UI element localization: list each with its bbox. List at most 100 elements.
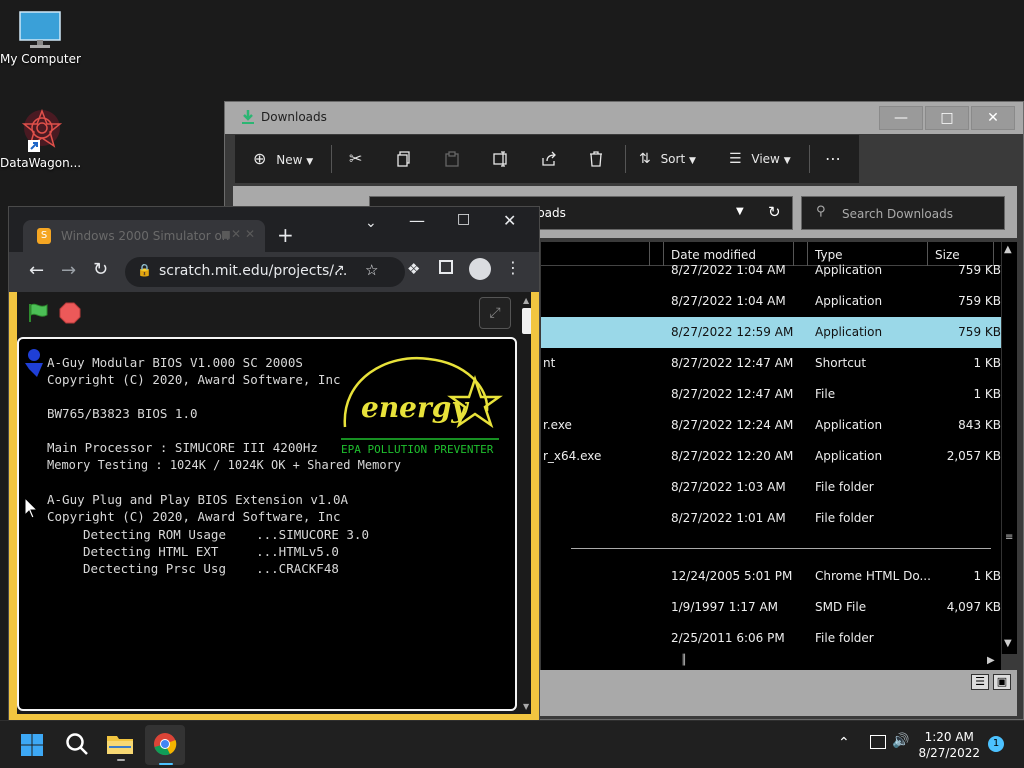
bios-line: Dectecting Prsc Usg ...CRACKF48 (83, 561, 339, 576)
start-button[interactable] (20, 733, 44, 757)
green-flag-icon[interactable] (27, 302, 49, 328)
chevron-down-icon: ▼ (736, 206, 744, 217)
chrome-taskbar-button[interactable] (145, 725, 185, 765)
volume-icon[interactable]: 🔊 (892, 733, 909, 749)
file-row[interactable]: 8/27/2022 1:04 AM Application 759 KB (541, 286, 1001, 317)
file-row[interactable]: 8/27/2022 1:01 AM File folder (541, 503, 1001, 534)
desktop-icon-datawagon[interactable]: DataWagon... (0, 108, 81, 170)
network-icon[interactable] (870, 735, 886, 749)
system-clock[interactable]: 1:20 AM 8/27/2022 (918, 729, 980, 761)
file-row[interactable]: r.exe 8/27/2022 12:24 AM Application 843 KB (541, 410, 1001, 441)
download-icon (242, 110, 254, 124)
file-list: Date modified Type Size 8/27/2022 1:04 A… (541, 242, 1001, 654)
file-row[interactable]: 8/27/2022 1:04 AM Application 759 KB (541, 255, 1001, 286)
chrome-window: S Windows 2000 Simulator on ◼✕ ✕ + ⌄ — □… (8, 206, 540, 720)
scroll-right-arrow[interactable]: ▶ (987, 655, 995, 666)
file-explorer-taskbar-button[interactable] (106, 729, 136, 761)
mute-icon[interactable]: ◼✕ (221, 227, 241, 241)
tab-search-icon[interactable]: ⌄ (365, 215, 377, 231)
file-row[interactable]: 1/9/1997 1:17 AM SMD File 4,097 KB (541, 592, 1001, 623)
ellipsis-icon: ⋯ (825, 149, 841, 168)
menu-kebab-icon[interactable]: ⋮ (505, 258, 521, 277)
file-row[interactable]: 12/24/2005 5:01 PM Chrome HTML Do... 1 KB (541, 561, 1001, 592)
close-button[interactable]: ✕ (971, 106, 1015, 130)
scroll-up-arrow[interactable]: ▲ (1004, 244, 1012, 255)
file-type-cell: Application (815, 294, 883, 308)
profile-avatar-icon[interactable] (469, 258, 491, 280)
file-row[interactable]: 2/25/2011 6:06 PM File folder (541, 623, 1001, 654)
back-arrow-icon[interactable]: ← (29, 260, 44, 281)
taskbar: ⌃ 🔊 1:20 AM 8/27/2022 (0, 720, 1024, 768)
tab-close-icon[interactable]: ✕ (245, 227, 255, 241)
extensions-icon[interactable]: ❖ (407, 260, 420, 278)
browser-tab[interactable]: S Windows 2000 Simulator on ◼✕ ✕ (23, 220, 265, 252)
maximize-button[interactable]: □ (925, 106, 969, 130)
active-indicator (159, 763, 173, 765)
tiles-view-icon[interactable]: ▣ (993, 674, 1011, 690)
side-panel-icon[interactable] (439, 260, 453, 274)
scroll-thumb[interactable] (522, 308, 532, 334)
fullscreen-button[interactable]: ⤢ (479, 297, 511, 329)
bios-line: BW765/B3823 BIOS 1.0 (47, 406, 198, 421)
notification-badge[interactable]: 1 (988, 736, 1004, 752)
cut-button[interactable]: ✂ (349, 147, 369, 171)
new-tab-button[interactable]: + (277, 223, 294, 247)
more-options-button[interactable]: ⋯ (825, 147, 845, 171)
share-icon[interactable]: ↗ (333, 262, 345, 278)
file-date-cell: 8/27/2022 1:04 AM (671, 294, 786, 308)
url-text: scratch.mit.edu/projects/... (159, 263, 348, 279)
rename-icon (493, 151, 507, 167)
minimize-button[interactable]: — (409, 211, 425, 230)
new-label: New (276, 153, 303, 167)
search-button[interactable] (64, 731, 90, 761)
horizontal-scrollbar[interactable]: ║ ▶ (541, 654, 1001, 670)
sort-button[interactable]: ⇅ Sort ▼ (639, 147, 705, 171)
minimize-button[interactable]: — (879, 106, 923, 130)
bios-line: Detecting ROM Usage ...SIMUCORE 3.0 (83, 527, 369, 542)
copy-button[interactable] (397, 147, 417, 171)
list-view-icon: ☰ (729, 151, 742, 167)
view-button[interactable]: ☰ View ▼ (729, 147, 799, 171)
explorer-title-bar[interactable]: Downloads — □ ✕ (225, 102, 1023, 134)
close-button[interactable]: ✕ (503, 211, 516, 230)
scroll-thumb[interactable] (1006, 272, 1012, 532)
new-button[interactable]: ⊕ New ▼ (253, 147, 323, 171)
rename-button[interactable] (493, 147, 513, 171)
file-row[interactable]: 8/27/2022 12:47 AM File 1 KB (541, 379, 1001, 410)
file-row[interactable]: 8/27/2022 12:59 AM Application 759 KB (541, 317, 1001, 348)
vertical-scrollbar[interactable]: ▲ ≡ ▼ (1001, 242, 1017, 654)
forward-arrow-icon[interactable]: → (61, 260, 76, 281)
page-scrollbar[interactable]: ▲ ▼ (521, 296, 533, 716)
file-size-cell: 759 KB (958, 263, 1001, 277)
scratch-stage[interactable]: A-Guy Modular BIOS V1.000 SC 2000S Copyr… (17, 337, 517, 711)
file-type-cell: File folder (815, 511, 874, 525)
scroll-down-arrow[interactable]: ▼ (523, 702, 529, 711)
refresh-icon[interactable]: ↻ (768, 203, 781, 221)
omnibox[interactable]: 🔒 scratch.mit.edu/projects/... ↗ ☆ (125, 257, 405, 287)
file-date-cell: 1/9/1997 1:17 AM (671, 600, 779, 614)
details-view-icon[interactable]: ☰ (971, 674, 989, 690)
lock-icon: 🔒 (137, 263, 152, 277)
scroll-up-arrow[interactable]: ▲ (523, 296, 529, 305)
desktop-icon-my-computer[interactable]: My Computer (0, 10, 81, 66)
chevron-down-icon: ▼ (689, 156, 696, 166)
bookmark-star-icon[interactable]: ☆ (365, 261, 378, 279)
maximize-button[interactable]: □ (457, 211, 470, 227)
show-hidden-icons-button[interactable]: ⌃ (838, 735, 850, 751)
delete-button[interactable] (589, 147, 609, 171)
stop-icon[interactable] (59, 302, 81, 328)
trash-icon (590, 151, 602, 167)
scroll-down-arrow[interactable]: ▼ (1004, 638, 1012, 649)
plus-circle-icon: ⊕ (253, 149, 267, 168)
file-row[interactable]: r_x64.exe 8/27/2022 12:20 AM Application 2,… (541, 441, 1001, 472)
paste-button[interactable] (445, 147, 465, 171)
chevron-down-icon: ▼ (306, 157, 314, 167)
file-date-cell: 8/27/2022 1:01 AM (671, 511, 786, 525)
share-button[interactable] (541, 147, 561, 171)
file-row[interactable]: nt 8/27/2022 12:47 AM Shortcut 1 KB (541, 348, 1001, 379)
file-name-cell: r_x64.exe (543, 449, 602, 463)
file-row[interactable]: 8/27/2022 1:03 AM File folder (541, 472, 1001, 503)
file-date-cell: 8/27/2022 12:24 AM (671, 418, 794, 432)
search-box[interactable]: ⚲ Search Downloads (801, 196, 1005, 230)
reload-icon[interactable]: ↻ (93, 259, 108, 280)
